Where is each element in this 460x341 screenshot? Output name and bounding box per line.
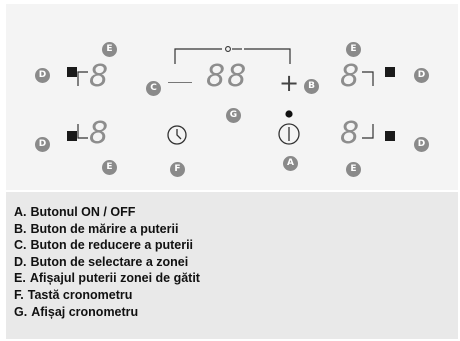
- zone-select-button-bottom-right[interactable]: [385, 131, 395, 141]
- legend-item: E. Afișajul puterii zonei de gătit: [14, 270, 200, 287]
- legend-key: B.: [14, 221, 27, 236]
- badge-d: D: [414, 68, 429, 83]
- legend-key: G.: [14, 304, 28, 319]
- zone-power-display-top-right: 8: [340, 59, 362, 94]
- badge-a: A: [283, 156, 298, 171]
- badge-d: D: [414, 137, 429, 152]
- legend-item: G. Afișaj cronometru: [14, 304, 200, 321]
- legend-text: Buton de selectare a zonei: [30, 254, 189, 269]
- legend-text: Buton de reducere a puterii: [30, 238, 194, 253]
- badge-g: G: [226, 108, 241, 123]
- legend-item: B. Buton de mărire a puterii: [14, 221, 200, 238]
- control-panel-diagram: [6, 4, 458, 190]
- badge-c: C: [146, 81, 161, 96]
- legend-key: C.: [14, 238, 27, 253]
- legend-text: Buton de mărire a puterii: [30, 221, 179, 236]
- legend-item: C. Buton de reducere a puterii: [14, 237, 200, 254]
- badge-d: D: [35, 68, 50, 83]
- zone-select-button-top-left[interactable]: [67, 67, 77, 77]
- zone-power-display-bottom-left: 8: [89, 116, 111, 151]
- zone-bracket-top-right: [362, 71, 374, 86]
- legend-list: A. Butonul ON / OFF B. Buton de mărire a p…: [14, 204, 200, 320]
- badge-e: E: [346, 162, 361, 177]
- power-indicator-dot: [285, 110, 293, 118]
- plus-button[interactable]: +: [279, 71, 299, 95]
- badge-e: E: [102, 42, 117, 57]
- zone-select-button-bottom-left[interactable]: [67, 131, 77, 141]
- badge-f: F: [170, 162, 185, 177]
- legend-key: A.: [14, 205, 27, 219]
- badge-e: E: [346, 42, 361, 57]
- zone-bracket-bottom-right: [362, 124, 374, 139]
- timer-bracket-dot: [225, 46, 231, 52]
- badge-e: E: [102, 160, 117, 175]
- timer-key-clock-icon[interactable]: [166, 124, 188, 146]
- legend-box: A. Butonul ON / OFF B. Buton de mărire a p…: [6, 190, 458, 339]
- legend-text: Butonul ON / OFF: [30, 205, 136, 219]
- minus-button[interactable]: [168, 82, 192, 84]
- zone-power-display-bottom-right: 8: [340, 116, 362, 151]
- zone-bracket-bottom-left: [77, 124, 88, 139]
- timer-display: 88: [206, 59, 249, 94]
- legend-item: F. Tastă cronometru: [14, 287, 200, 304]
- legend-key: F.: [14, 287, 24, 302]
- zone-bracket-top-left: [77, 71, 88, 86]
- badge-b: B: [304, 79, 319, 94]
- legend-key: E.: [14, 271, 26, 286]
- legend-item: D. Buton de selectare a zonei: [14, 254, 200, 271]
- zone-power-display-top-left: 8: [89, 59, 111, 94]
- power-button-icon[interactable]: [277, 122, 301, 146]
- legend-key: D.: [14, 254, 27, 269]
- legend-text: Tastă cronometru: [27, 287, 133, 302]
- badge-d: D: [35, 137, 50, 152]
- zone-select-button-top-right[interactable]: [385, 67, 395, 77]
- legend-item: A. Butonul ON / OFF: [14, 204, 200, 221]
- legend-text: Afișaj cronometru: [31, 304, 139, 319]
- legend-text: Afișajul puterii zonei de gătit: [29, 271, 200, 286]
